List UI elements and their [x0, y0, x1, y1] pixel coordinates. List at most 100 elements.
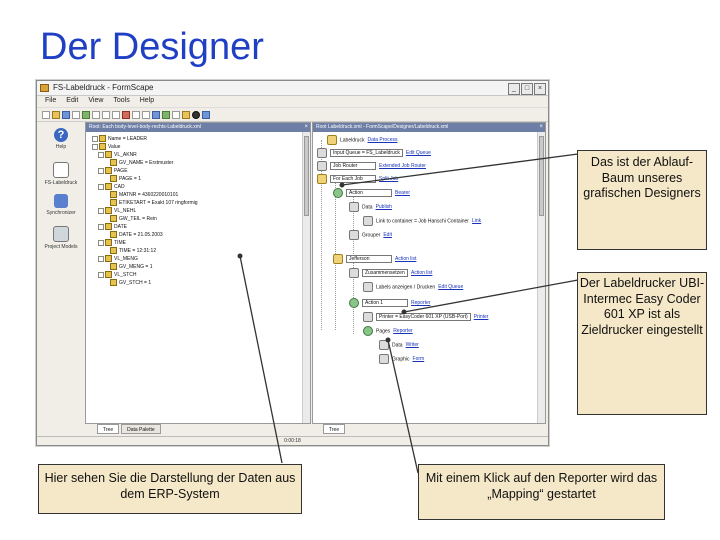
minimize-button[interactable]: _ — [508, 83, 520, 95]
process-link[interactable]: Extended Job Router — [379, 163, 426, 169]
process-node[interactable]: Link to container = Job Hanschi Containe… — [363, 216, 481, 226]
left-pane-tabs: Tree Data Palette — [97, 424, 161, 434]
validate-icon[interactable] — [162, 110, 170, 119]
process-node[interactable]: Data Writer — [379, 340, 419, 350]
data-tree-pane: Root: Each body-level-body-rechts-Labeld… — [85, 122, 311, 424]
process-node[interactable]: Zusammensetzen Action list — [349, 268, 432, 278]
tree-node[interactable]: DATE = 21.05.2003 — [110, 231, 163, 238]
tree-node[interactable]: PAGE — [98, 167, 128, 174]
process-node[interactable]: Data Publish — [349, 202, 392, 212]
document-icon — [53, 162, 69, 178]
menu-help[interactable]: Help — [140, 96, 154, 106]
process-node[interactable]: Graphic Form — [379, 354, 424, 364]
computer-icon — [53, 226, 69, 242]
process-link[interactable]: Action list — [411, 270, 432, 276]
copy-icon[interactable] — [102, 110, 110, 119]
process-link[interactable]: Publish — [376, 204, 392, 210]
settings-icon[interactable] — [202, 110, 210, 119]
open-icon[interactable] — [52, 110, 60, 119]
process-link[interactable]: Edit Queue — [438, 284, 463, 290]
tree-node[interactable]: ETIKETART = Exakt 107 ringformig — [110, 199, 198, 206]
status-bar: 0:00:18 — [37, 436, 548, 445]
tree-node[interactable]: CAD — [98, 183, 125, 190]
menu-view[interactable]: View — [88, 96, 103, 106]
paste-icon[interactable] — [112, 110, 120, 119]
new-icon[interactable] — [42, 110, 50, 119]
process-node[interactable]: Action 1 Reporter — [349, 298, 430, 308]
tree-node[interactable]: GV_MENG = 1 — [110, 263, 152, 270]
tree-node[interactable]: VL_NEHL — [98, 207, 136, 214]
tree-node[interactable]: DATE — [98, 223, 127, 230]
window-titlebar: FS-Labeldruck - FormScape _ □ × — [37, 81, 548, 96]
tree-node[interactable]: GV_NAME = Erstmuster — [110, 159, 173, 166]
record-icon[interactable] — [192, 110, 200, 119]
maximize-button[interactable]: □ — [521, 83, 533, 95]
process-link[interactable]: Printer — [474, 314, 489, 320]
process-link[interactable]: Link — [472, 218, 481, 224]
process-link[interactable]: Edit Queue — [406, 150, 431, 156]
delete-icon[interactable] — [122, 110, 130, 119]
process-node[interactable]: Labeldruck Data Process — [327, 135, 397, 145]
tree-node[interactable]: VL_AKNR — [98, 151, 137, 158]
data-pane-scrollbar[interactable] — [302, 132, 310, 423]
process-link[interactable]: Action list — [395, 256, 416, 262]
redo-icon[interactable] — [142, 110, 150, 119]
tree-node[interactable]: PAGE = 1 — [110, 175, 141, 182]
tree-node[interactable]: Name = LEADER — [92, 135, 147, 142]
menu-bar: File Edit View Tools Help — [37, 96, 548, 106]
process-link[interactable]: Reporter — [393, 328, 412, 334]
iconbar-synchronizer[interactable]: Synchronizer — [39, 194, 83, 216]
process-link[interactable]: Data Process — [367, 137, 397, 143]
process-pane-scrollbar[interactable] — [537, 132, 545, 423]
process-link[interactable]: Edit — [383, 232, 392, 238]
process-node[interactable]: Jefferson Action list — [333, 254, 416, 264]
tree-node[interactable]: MATNR = 4360220010101 — [110, 191, 178, 198]
tree-node[interactable]: VL_STCH — [98, 271, 137, 278]
process-node[interactable]: Action Bearer — [333, 188, 410, 198]
process-link[interactable]: Split Job — [379, 176, 398, 182]
callout-label-printer: Der Labeldrucker UBI-Intermec Easy Coder… — [577, 272, 707, 415]
tab-data-palette[interactable]: Data Palette — [121, 424, 161, 434]
process-node[interactable]: Printer = EasyCoder 601 XP (USB-Port) Pri… — [363, 312, 488, 322]
process-node[interactable]: Input Queue = FS_Labeldruck Edit Queue — [317, 148, 431, 158]
print-icon[interactable] — [72, 110, 80, 119]
process-node[interactable]: Pages Reporter — [363, 326, 413, 336]
process-node[interactable]: Grouper Edit — [349, 230, 392, 240]
close-pane-icon[interactable]: × — [304, 123, 308, 132]
folder-icon[interactable] — [182, 110, 190, 119]
reporter-link[interactable]: Reporter — [411, 300, 430, 306]
undo-icon[interactable] — [132, 110, 140, 119]
scroll-thumb[interactable] — [304, 136, 309, 216]
callout-reporter-mapping: Mit einem Klick auf den Reporter wird da… — [418, 464, 665, 520]
tree-node[interactable]: Value — [92, 143, 120, 150]
menu-file[interactable]: File — [45, 96, 56, 106]
tab-tree-left[interactable]: Tree — [97, 424, 120, 434]
iconbar-labeldruck[interactable]: FS-Labeldruck — [39, 162, 83, 186]
process-link[interactable]: Writer — [406, 342, 419, 348]
process-node[interactable]: For Each Job Split Job — [317, 174, 398, 184]
tree-node[interactable]: TIME = 12:31:12 — [110, 247, 156, 254]
menu-tools[interactable]: Tools — [113, 96, 129, 106]
slide-title: Der Designer — [40, 26, 264, 68]
zoom-icon[interactable] — [172, 110, 180, 119]
cut-icon[interactable] — [92, 110, 100, 119]
close-pane-icon[interactable]: × — [539, 123, 543, 132]
refresh-icon[interactable] — [82, 110, 90, 119]
save-icon[interactable] — [62, 110, 70, 119]
tree-node[interactable]: GW_TEIL = Rein — [110, 215, 157, 222]
process-node[interactable]: Job Router Extended Job Router — [317, 161, 426, 171]
iconbar-project-models[interactable]: Project Models — [39, 226, 83, 250]
close-button[interactable]: × — [534, 83, 546, 95]
scroll-thumb[interactable] — [539, 136, 544, 216]
iconbar-help[interactable]: ? Help — [39, 128, 83, 150]
process-link[interactable]: Bearer — [395, 190, 410, 196]
tree-node[interactable]: VL_MENG — [98, 255, 138, 262]
process-node[interactable]: Labels anzeigen / Drucken Edit Queue — [363, 282, 463, 292]
process-link[interactable]: Form — [413, 356, 425, 362]
tree-node[interactable]: GV_STCH = 1 — [110, 279, 151, 286]
tab-tree-right[interactable]: Tree — [323, 424, 346, 434]
app-icon — [40, 84, 49, 92]
tree-node[interactable]: TIME — [98, 239, 126, 246]
menu-edit[interactable]: Edit — [66, 96, 78, 106]
run-icon[interactable] — [152, 110, 160, 119]
